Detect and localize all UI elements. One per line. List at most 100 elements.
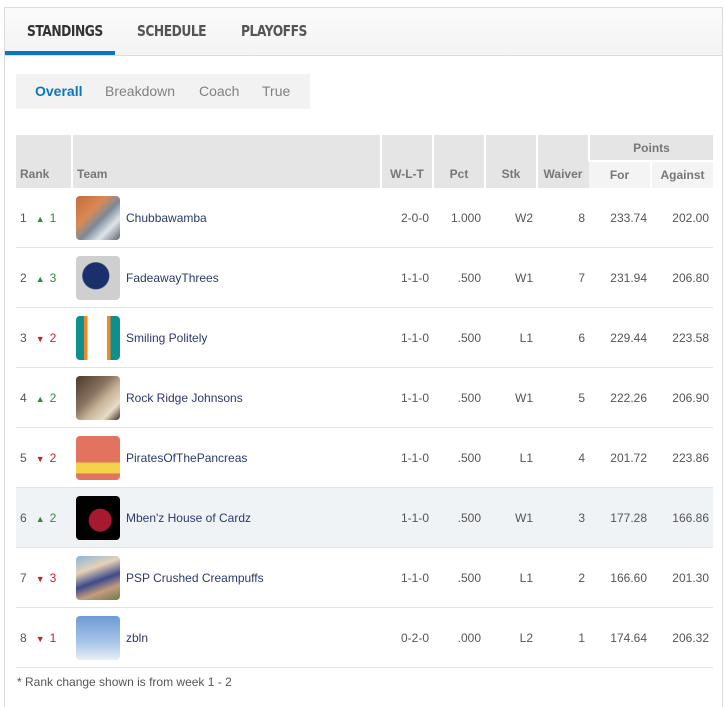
header-points-for[interactable]: For: [589, 160, 651, 188]
chevron-up-icon: ▲: [35, 273, 45, 284]
team-cell: FadeawayThrees: [72, 247, 381, 308]
rank-change: ▲ 2: [36, 391, 57, 405]
team-name-link[interactable]: zbln: [126, 631, 148, 645]
table-row: 5 ▼ 2 PiratesOfThePancreas 1-1-0.500 L1 4 201.7…: [16, 427, 713, 488]
rank-change: ▼ 1: [36, 631, 57, 645]
table-row: 2 ▲ 3 FadeawayThrees 1-1-0.500 W1 7 231.94 206.8…: [16, 247, 713, 308]
points-against-cell: 223.58: [651, 307, 713, 368]
points-for-cell: 231.94: [589, 247, 651, 308]
header-points-against[interactable]: Against: [650, 160, 713, 188]
wlt-cell: 1-1-0: [381, 367, 433, 428]
team-cell: Chubbawamba: [72, 188, 381, 248]
header-stk[interactable]: Stk: [484, 135, 537, 188]
rank-change: ▼ 3: [36, 571, 57, 585]
streak-cell: L1: [485, 547, 537, 608]
rank-cell: 4 ▲ 2: [16, 367, 72, 428]
subtab-true[interactable]: True: [262, 74, 290, 109]
team-avatar[interactable]: [76, 375, 120, 420]
rank-change: ▲ 1: [36, 211, 57, 225]
table-row: 6 ▲ 2 Mben'z House of Cardz 1-1-0.500 W1 3 177.…: [16, 487, 713, 548]
rank-value: 6: [20, 510, 27, 525]
team-name-link[interactable]: PSP Crushed Creampuffs: [126, 571, 264, 585]
header-pct[interactable]: Pct: [432, 135, 485, 188]
header-rank[interactable]: Rank: [16, 135, 72, 188]
team-name-link[interactable]: PiratesOfThePancreas: [126, 451, 247, 465]
team-cell: Rock Ridge Johnsons: [72, 367, 381, 428]
team-cell: Smiling Politely: [72, 307, 381, 368]
team-avatar[interactable]: [76, 195, 120, 240]
team-name-link[interactable]: Rock Ridge Johnsons: [126, 391, 243, 405]
rank-change-value: 1: [49, 630, 57, 645]
tab-standings[interactable]: STANDINGS: [27, 8, 103, 55]
chevron-down-icon: ▼: [35, 573, 45, 584]
points-for-cell: 233.74: [589, 188, 651, 248]
pct-cell: .500: [433, 487, 485, 548]
active-tab-indicator: [5, 51, 115, 55]
standings-subtabs: Overall Breakdown Coach True: [16, 74, 310, 109]
subtab-overall[interactable]: Overall: [35, 74, 82, 109]
team-avatar[interactable]: [76, 495, 120, 540]
rank-change-value: 3: [49, 570, 57, 585]
tab-schedule[interactable]: SCHEDULE: [137, 8, 207, 55]
rank-cell: 1 ▲ 1: [16, 188, 72, 248]
chevron-down-icon: ▼: [35, 633, 45, 644]
header-team[interactable]: Team: [71, 135, 381, 188]
standings-panel: STANDINGS SCHEDULE PLAYOFFS Overall Brea…: [4, 7, 723, 707]
subtab-breakdown[interactable]: Breakdown: [105, 74, 175, 109]
pct-cell: .000: [433, 607, 485, 668]
team-avatar[interactable]: [76, 435, 120, 480]
team-name-link[interactable]: Chubbawamba: [126, 211, 207, 225]
chevron-down-icon: ▼: [35, 453, 45, 464]
rank-change: ▲ 2: [36, 511, 57, 525]
points-for-cell: 222.26: [589, 367, 651, 428]
streak-cell: W1: [485, 487, 537, 548]
rank-change: ▼ 2: [36, 451, 57, 465]
points-against-cell: 202.00: [651, 188, 713, 248]
streak-cell: L2: [485, 607, 537, 668]
wlt-cell: 1-1-0: [381, 487, 433, 548]
points-for-cell: 174.64: [589, 607, 651, 668]
team-cell: PiratesOfThePancreas: [72, 427, 381, 488]
waiver-cell: 6: [537, 307, 589, 368]
wlt-cell: 1-1-0: [381, 247, 433, 308]
rank-value: 8: [20, 630, 27, 645]
waiver-cell: 7: [537, 247, 589, 308]
header-wlt[interactable]: W-L-T: [380, 135, 433, 188]
points-for-cell: 229.44: [589, 307, 651, 368]
team-name-link[interactable]: Mben'z House of Cardz: [126, 511, 251, 525]
table-row: 3 ▼ 2 Smiling Politely 1-1-0.500 L1 6 229.44 223…: [16, 307, 713, 368]
rank-change-value: 2: [49, 510, 57, 525]
tab-playoffs[interactable]: PLAYOFFS: [241, 8, 307, 55]
points-against-cell: 223.86: [651, 427, 713, 488]
waiver-cell: 5: [537, 367, 589, 428]
main-tabs: STANDINGS SCHEDULE PLAYOFFS: [5, 8, 722, 56]
header-points: Points: [588, 135, 713, 161]
rank-value: 1: [20, 210, 27, 225]
header-waiver[interactable]: Waiver: [536, 135, 589, 188]
rank-change: ▼ 2: [36, 331, 57, 345]
team-name-link[interactable]: Smiling Politely: [126, 331, 207, 345]
team-avatar[interactable]: [76, 255, 120, 300]
points-for-cell: 201.72: [589, 427, 651, 488]
team-name-link[interactable]: FadeawayThrees: [126, 271, 219, 285]
streak-cell: W2: [485, 188, 537, 248]
rank-cell: 5 ▼ 2: [16, 427, 72, 488]
team-avatar[interactable]: [76, 555, 120, 600]
rank-value: 4: [20, 390, 27, 405]
waiver-cell: 4: [537, 427, 589, 488]
streak-cell: W1: [485, 247, 537, 308]
pct-cell: .500: [433, 367, 485, 428]
rank-value: 7: [20, 570, 27, 585]
wlt-cell: 2-0-0: [381, 188, 433, 248]
rank-change-value: 2: [49, 450, 57, 465]
points-against-cell: 206.80: [651, 247, 713, 308]
streak-cell: W1: [485, 367, 537, 428]
team-cell: Mben'z House of Cardz: [72, 487, 381, 548]
rank-cell: 6 ▲ 2: [16, 487, 72, 548]
points-against-cell: 201.30: [651, 547, 713, 608]
team-avatar[interactable]: [76, 315, 120, 360]
standings-table: Rank Team W-L-T Pct Stk Waiver Points Fo…: [16, 135, 713, 668]
table-row: 4 ▲ 2 Rock Ridge Johnsons 1-1-0.500 W1 5 222.26…: [16, 367, 713, 428]
subtab-coach[interactable]: Coach: [199, 74, 239, 109]
team-avatar[interactable]: [76, 615, 120, 660]
